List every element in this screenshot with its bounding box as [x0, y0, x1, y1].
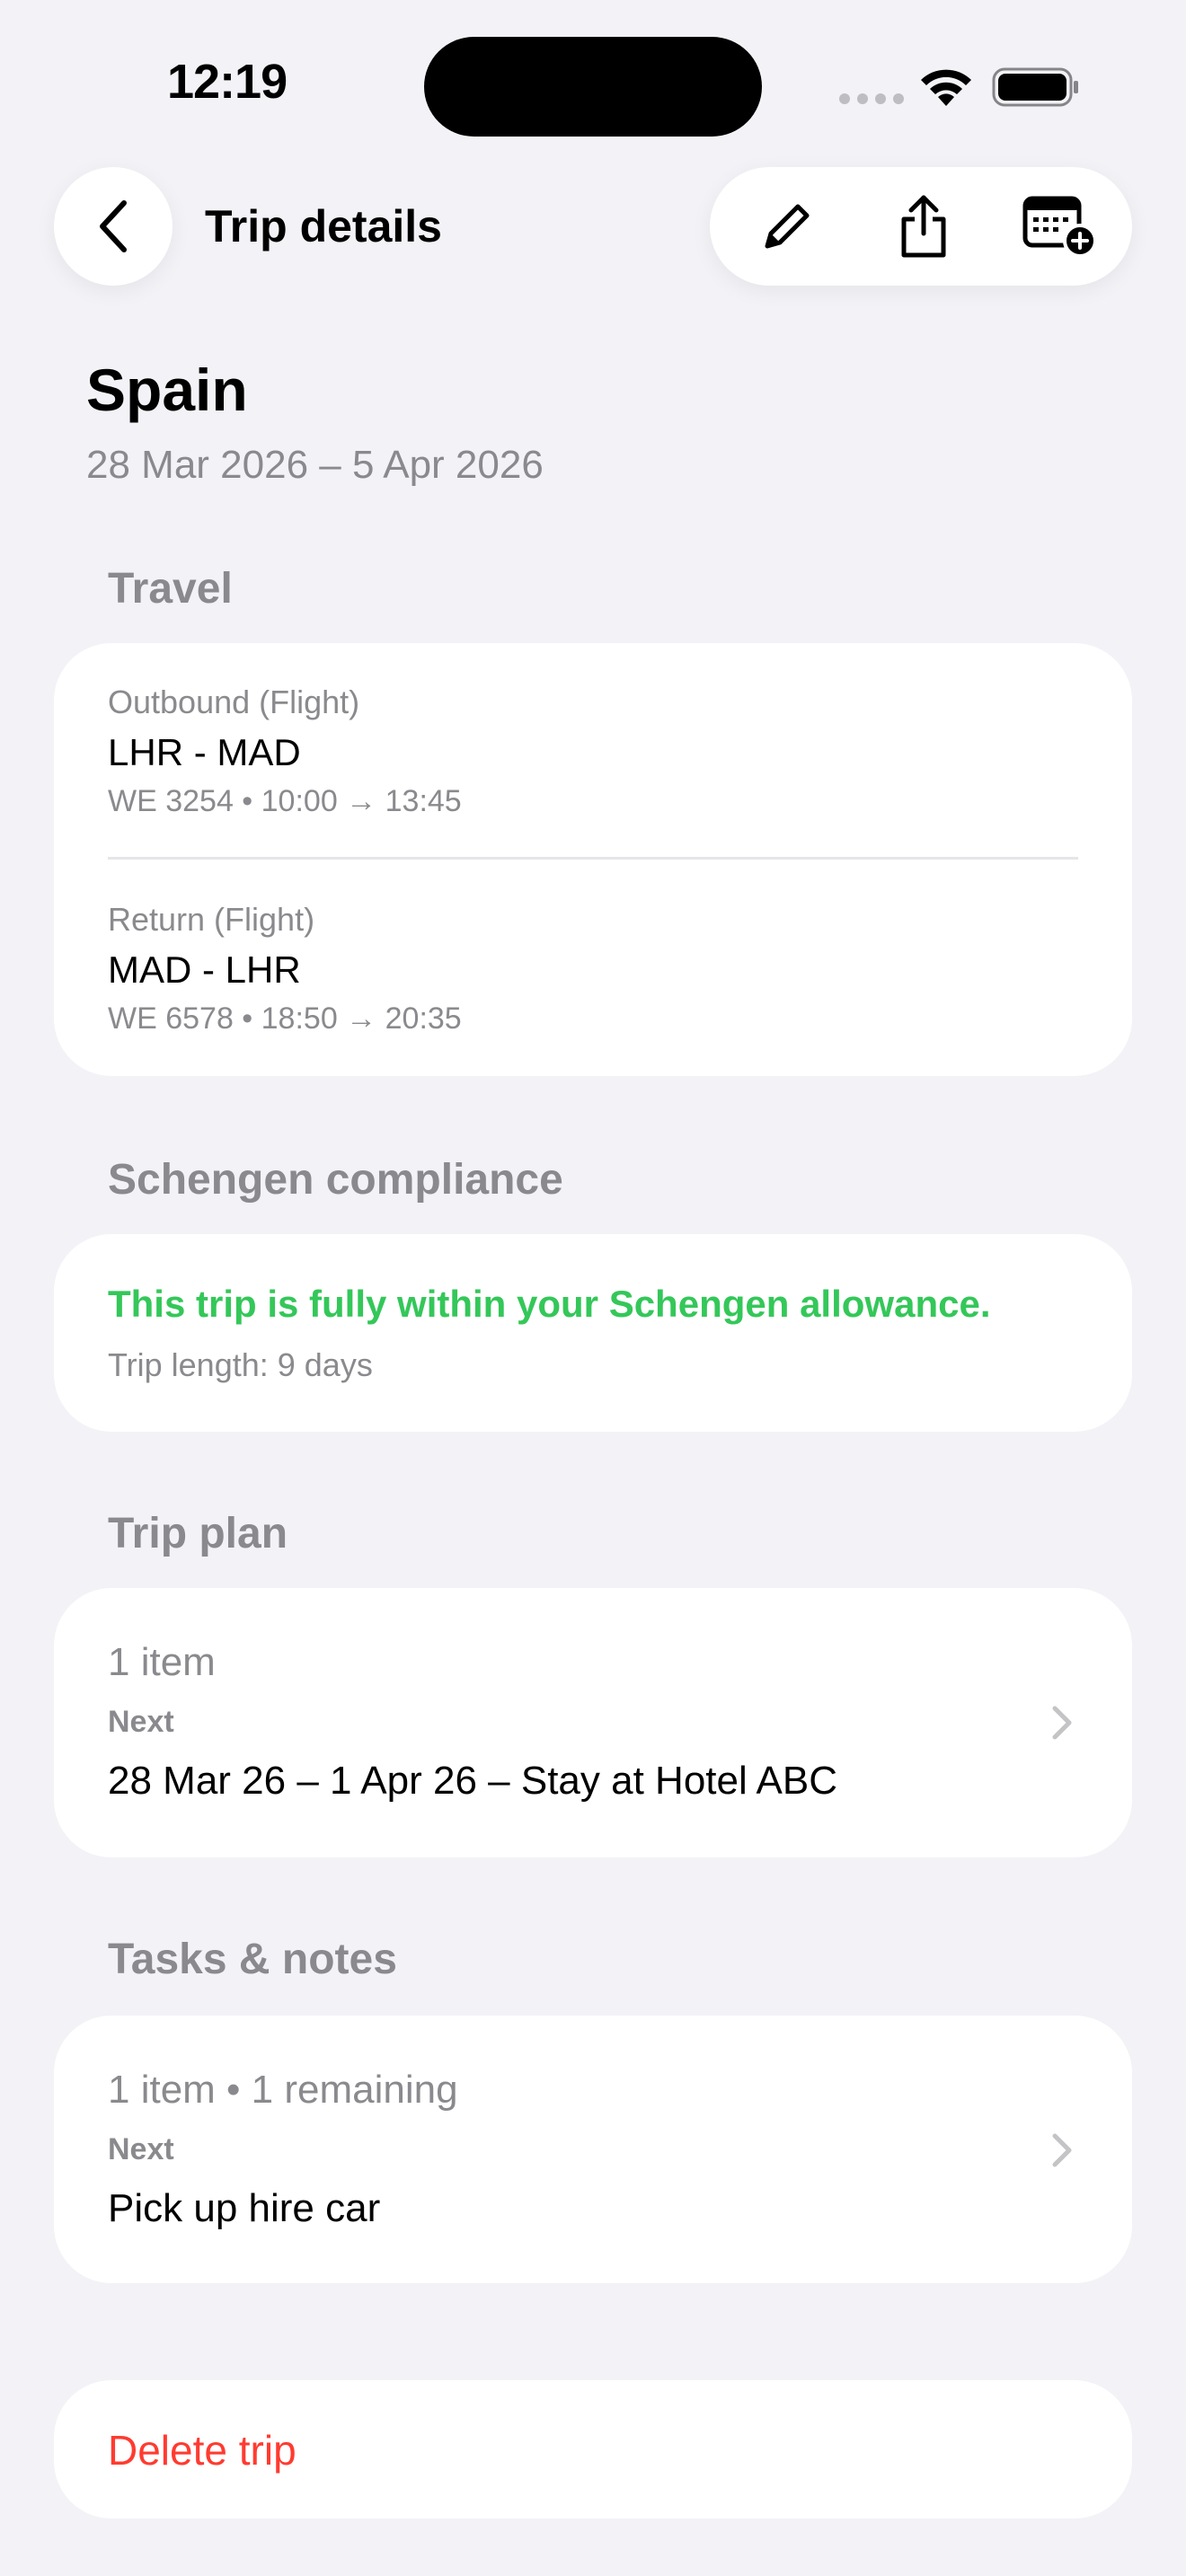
schengen-section-header: Schengen compliance	[108, 1156, 563, 1204]
cellular-signal-icon	[839, 93, 904, 104]
status-time: 12:19	[167, 55, 288, 109]
leg-detail: WE 3254 • 10:00 → 13:45	[108, 784, 462, 818]
chevron-right-icon	[1052, 1706, 1072, 1740]
battery-icon	[992, 67, 1078, 107]
trip-dates: 28 Mar 2026 – 5 Apr 2026	[86, 443, 544, 487]
add-to-calendar-button[interactable]	[1001, 167, 1120, 286]
share-icon	[901, 195, 946, 258]
wifi-icon	[921, 69, 971, 106]
trip-plan-next-item: 28 Mar 26 – 1 Apr 26 – Stay at Hotel ABC	[108, 1759, 838, 1803]
page-title: Trip details	[205, 201, 442, 251]
outbound-leg[interactable]: Outbound (Flight) LHR - MAD WE 3254 • 10…	[108, 683, 462, 821]
tasks-card[interactable]	[54, 2016, 1132, 2283]
share-button[interactable]	[864, 167, 983, 286]
return-leg[interactable]: Return (Flight) MAD - LHR WE 6578 • 18:5…	[108, 900, 462, 1038]
schengen-card	[54, 1234, 1132, 1432]
leg-label: Outbound (Flight)	[108, 684, 360, 720]
dynamic-island	[424, 37, 762, 137]
chevron-left-icon	[100, 200, 127, 252]
leg-route: LHR - MAD	[108, 731, 301, 773]
trip-plan-next-label: Next	[108, 1705, 174, 1739]
tasks-section-header: Tasks & notes	[108, 1936, 397, 1983]
trip-plan-section-header: Trip plan	[108, 1510, 288, 1557]
nav-actions-group	[710, 167, 1132, 286]
trip-plan-card[interactable]	[54, 1588, 1132, 1857]
leg-label: Return (Flight)	[108, 901, 315, 938]
calendar-add-icon	[1022, 196, 1097, 258]
back-button[interactable]	[54, 167, 173, 286]
leg-route: MAD - LHR	[108, 948, 301, 991]
travel-section-header: Travel	[108, 565, 233, 613]
divider	[108, 857, 1078, 860]
chevron-right-icon	[1052, 2133, 1072, 2167]
trip-title: Spain	[86, 357, 248, 423]
compliance-status: This trip is fully within your Schengen …	[108, 1283, 991, 1325]
delete-trip-label: Delete trip	[108, 2427, 296, 2474]
pencil-icon	[765, 204, 810, 249]
tasks-count: 1 item • 1 remaining	[108, 2068, 458, 2112]
trip-length: Trip length: 9 days	[108, 1346, 373, 1383]
edit-button[interactable]	[728, 167, 846, 286]
trip-plan-count: 1 item	[108, 1640, 216, 1684]
leg-detail: WE 6578 • 18:50 → 20:35	[108, 1001, 462, 1036]
tasks-next-item: Pick up hire car	[108, 2186, 381, 2230]
tasks-next-label: Next	[108, 2132, 174, 2166]
